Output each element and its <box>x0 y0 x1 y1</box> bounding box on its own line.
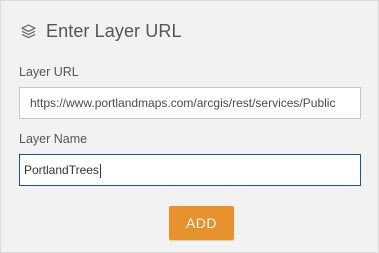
enter-layer-url-panel: Enter Layer URL Layer URL https://www.po… <box>0 0 379 253</box>
layer-url-label: Layer URL <box>19 65 79 79</box>
add-button[interactable]: ADD <box>169 206 234 240</box>
panel-header: Enter Layer URL <box>20 19 182 43</box>
layer-url-value: https://www.portlandmaps.com/arcgis/rest… <box>30 96 336 110</box>
layer-name-input[interactable]: PortlandTrees <box>19 154 361 186</box>
layer-url-input[interactable]: https://www.portlandmaps.com/arcgis/rest… <box>19 87 361 119</box>
panel-title: Enter Layer URL <box>46 20 182 41</box>
text-caret <box>99 163 101 178</box>
layer-name-value: PortlandTrees <box>24 163 99 177</box>
layer-name-label: Layer Name <box>19 132 88 146</box>
layers-icon <box>20 23 37 40</box>
